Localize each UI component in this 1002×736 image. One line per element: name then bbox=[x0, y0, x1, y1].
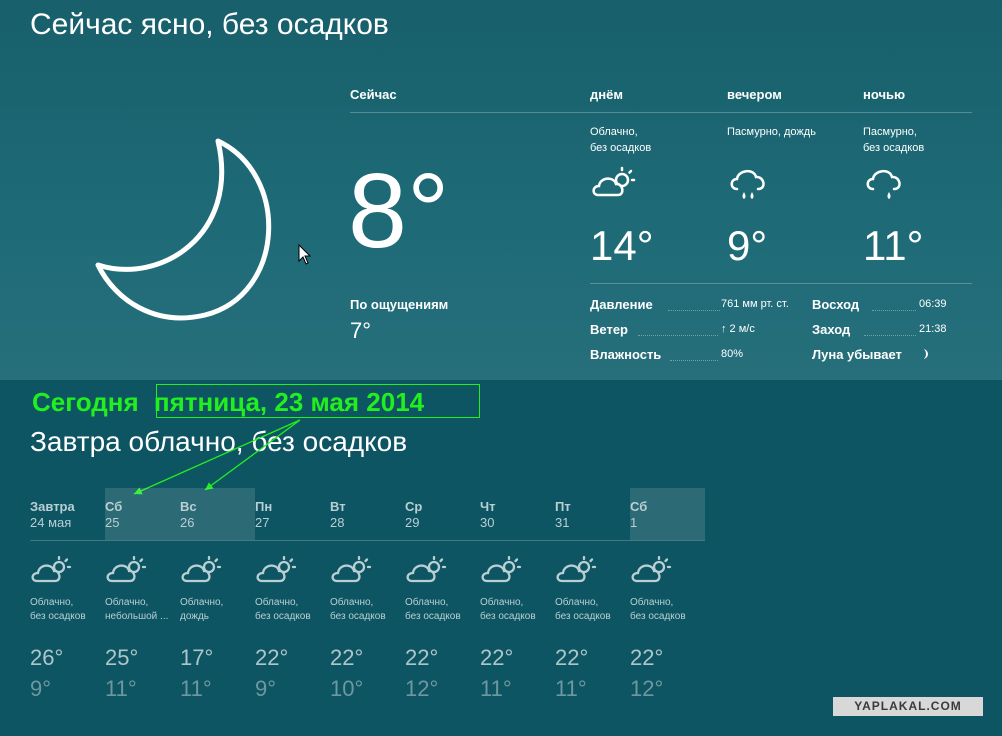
forecast-low-temp: 9° bbox=[255, 676, 277, 701]
forecast-desc-line1: Облачно, bbox=[630, 597, 674, 608]
partly-cloudy-icon bbox=[255, 554, 297, 591]
forecast-desc-line1: Облачно, bbox=[105, 597, 149, 608]
forecast-low-temp: 11° bbox=[555, 676, 587, 701]
forecast-date: 27 bbox=[255, 515, 270, 530]
forecast-day-name: Сб bbox=[630, 499, 648, 514]
forecast-desc-line1: Облачно, bbox=[330, 597, 374, 608]
forecast-desc: Облачно, без осадков bbox=[255, 596, 311, 624]
forecast-day-item[interactable]: Вс 26 Облачно, дождь 17° 11° bbox=[180, 488, 255, 708]
forecast-day-item[interactable]: Ср 29 Облачно, без осадков 22° 12° bbox=[405, 488, 480, 708]
forecast-date: 29 bbox=[405, 515, 420, 530]
forecast-high-temp: 26° bbox=[30, 645, 64, 670]
forecast-desc: Облачно, без осадков bbox=[630, 596, 686, 624]
forecast-high-temp: 22° bbox=[555, 645, 589, 670]
forecast-day-name: Завтра bbox=[30, 499, 75, 514]
forecast-date: 28 bbox=[330, 515, 345, 530]
partly-cloudy-icon bbox=[105, 554, 147, 591]
forecast-desc-line2: дождь bbox=[180, 611, 210, 622]
forecast-desc-line2: без осадков bbox=[480, 611, 536, 622]
forecast-day-item[interactable]: Вт 28 Облачно, без осадков 22° 10° bbox=[330, 488, 405, 708]
forecast-high-temp: 25° bbox=[105, 645, 139, 670]
forecast-desc-line2: без осадков bbox=[555, 611, 611, 622]
forecast-desc-line2: без осадков bbox=[405, 611, 461, 622]
forecast-desc: Облачно, небольшой ... bbox=[105, 596, 168, 624]
forecast-desc-line1: Облачно, bbox=[30, 597, 74, 608]
forecast-desc-line2: без осадков bbox=[30, 611, 86, 622]
forecast-low-temp: 12° bbox=[405, 676, 439, 701]
partly-cloudy-icon bbox=[30, 554, 72, 591]
forecast-desc: Облачно, без осадков bbox=[555, 596, 611, 624]
forecast-desc: Облачно, без осадков bbox=[330, 596, 386, 624]
forecast-desc: Облачно, без осадков bbox=[480, 596, 536, 624]
forecast-desc-line1: Облачно, bbox=[255, 597, 299, 608]
partly-cloudy-icon bbox=[330, 554, 372, 591]
watermark: YAPLAKAL.COM bbox=[833, 697, 983, 716]
forecast-day-name: Чт bbox=[480, 499, 496, 514]
forecast-low-temp: 11° bbox=[480, 676, 512, 701]
forecast-desc-line1: Облачно, bbox=[555, 597, 599, 608]
partly-cloudy-icon bbox=[630, 554, 672, 591]
forecast-desc: Облачно, без осадков bbox=[405, 596, 461, 624]
forecast-low-temp: 11° bbox=[105, 676, 137, 701]
forecast-desc-line2: без осадков bbox=[630, 611, 686, 622]
forecast-high-temp: 22° bbox=[630, 645, 664, 670]
forecast-low-temp: 10° bbox=[330, 676, 364, 701]
forecast-desc-line2: небольшой ... bbox=[105, 611, 169, 622]
forecast-day-name: Вс bbox=[180, 499, 197, 514]
forecast-day-item[interactable]: Пн 27 Облачно, без осадков 22° 9° bbox=[255, 488, 330, 708]
forecast-desc-line1: Облачно, bbox=[180, 597, 224, 608]
forecast-date: 26 bbox=[180, 515, 195, 530]
forecast-desc-line1: Облачно, bbox=[405, 597, 449, 608]
forecast-desc: Облачно, без осадков bbox=[30, 596, 86, 624]
forecast-day-name: Ср bbox=[405, 499, 423, 514]
forecast-high-temp: 22° bbox=[405, 645, 439, 670]
forecast-high-temp: 22° bbox=[255, 645, 289, 670]
forecast-day-name: Пн bbox=[255, 499, 273, 514]
forecast-high-temp: 22° bbox=[480, 645, 514, 670]
forecast-desc-line1: Облачно, bbox=[480, 597, 524, 608]
partly-cloudy-icon bbox=[180, 554, 222, 591]
forecast-desc-line2: без осадков bbox=[255, 611, 311, 622]
partly-cloudy-icon bbox=[480, 554, 522, 591]
forecast-day-name: Сб bbox=[105, 499, 123, 514]
forecast-day-item[interactable]: Чт 30 Облачно, без осадков 22° 11° bbox=[480, 488, 555, 708]
forecast-date: 30 bbox=[480, 515, 495, 530]
forecast-date: 25 bbox=[105, 515, 120, 530]
forecast-low-temp: 11° bbox=[180, 676, 212, 701]
partly-cloudy-icon bbox=[405, 554, 447, 591]
forecast-day-name: Пт bbox=[555, 499, 571, 514]
forecast-desc: Облачно, дождь bbox=[180, 596, 223, 624]
forecast-date: 1 bbox=[630, 515, 638, 530]
forecast-high-temp: 22° bbox=[330, 645, 364, 670]
forecast-date: 31 bbox=[555, 515, 570, 530]
forecast-day-item[interactable]: Завтра 24 мая Облачно, без осадков 26° 9° bbox=[30, 488, 105, 708]
forecast-day-item[interactable]: Сб 1 Облачно, без осадков 22° 12° bbox=[630, 488, 705, 708]
forecast-day-name: Вт bbox=[330, 499, 346, 514]
forecast-high-temp: 17° bbox=[180, 645, 214, 670]
forecast-day-item[interactable]: Пт 31 Облачно, без осадков 22° 11° bbox=[555, 488, 630, 708]
forecast-low-temp: 9° bbox=[30, 676, 52, 701]
forecast-day-item[interactable]: Сб 25 Облачно, небольшой ... 25° 11° bbox=[105, 488, 180, 708]
forecast-low-temp: 12° bbox=[630, 676, 664, 701]
forecast-desc-line2: без осадков bbox=[330, 611, 386, 622]
partly-cloudy-icon bbox=[555, 554, 597, 591]
forecast-date: 24 мая bbox=[30, 515, 72, 530]
